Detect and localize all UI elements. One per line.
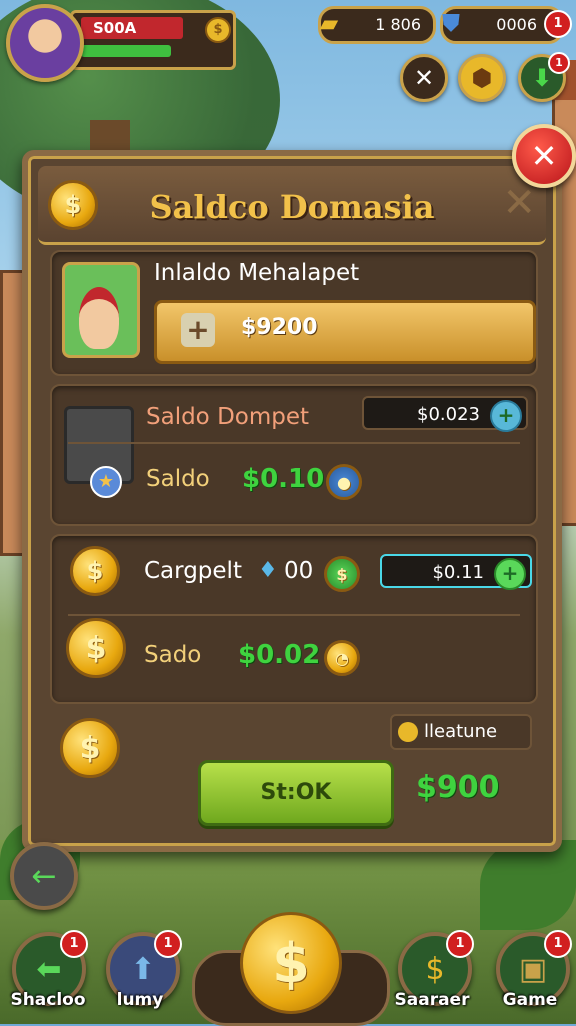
cash-portrait-icon: [62, 262, 140, 358]
gem-icon: ♦: [258, 558, 278, 583]
dialog-header: $ Saldco Domasia ✕: [38, 166, 546, 245]
notification-badge: 1: [154, 930, 182, 958]
refresh-coin-icon[interactable]: ●: [326, 464, 362, 500]
notification-badge: 1: [60, 930, 88, 958]
gem-count: 00: [284, 558, 314, 584]
close-circle-icon[interactable]: ✕: [400, 54, 448, 102]
saldo-sub-value: $0.10: [242, 464, 325, 494]
notification-badge: 1: [446, 930, 474, 958]
player-status-bar: S00A $: [70, 10, 236, 70]
shield-gem-icon: ⛊: [442, 9, 460, 37]
bush-right: [480, 840, 576, 930]
notification-badge: 1: [548, 52, 570, 74]
feature-tag[interactable]: lleatune: [390, 714, 532, 750]
back-button[interactable]: ←: [10, 842, 78, 910]
wallet-amount: $9200: [241, 315, 318, 340]
character-icon: [79, 287, 119, 349]
star-badge-icon: ★: [90, 466, 122, 498]
cargpelt-section: $ Cargpelt ♦ 00 $ $0.11 + $ Sado $0.02 ◔: [50, 534, 538, 704]
gem-value: 0006: [496, 15, 537, 34]
saldo-sub-label: Saldo: [146, 466, 210, 492]
dialog-title: Saldco Domasia: [149, 188, 435, 226]
ok-button[interactable]: St:OK: [198, 760, 394, 826]
notification-badge: 1: [544, 10, 572, 38]
nav-lumy-label: lumy: [116, 990, 164, 1010]
nav-shacloo-label: Shacloo: [10, 990, 86, 1010]
player-name: S00A: [93, 19, 137, 37]
gold-value: 1 806: [375, 15, 421, 34]
cargpelt-sub-label: Sado: [144, 642, 202, 668]
star-coin-icon: $: [66, 618, 126, 678]
feature-tag-label: lleatune: [424, 721, 498, 742]
clock-coin-icon[interactable]: ◔: [324, 640, 360, 676]
cargpelt-value-pill[interactable]: $0.11 +: [380, 554, 532, 590]
notification-badge: 1: [544, 930, 572, 958]
wallet-section: Inlaldo Mehalapet + $9200: [50, 250, 538, 376]
saldo-value-pill[interactable]: $0.023 +: [362, 396, 528, 432]
coin-icon: $: [70, 546, 120, 596]
cargpelt-sub-value: $0.02: [238, 640, 321, 670]
nav-saaraer-label: Saaraer: [394, 990, 470, 1010]
player-avatar[interactable]: [6, 4, 84, 82]
center-coin-button[interactable]: $: [240, 912, 342, 1014]
coin-icon: $: [60, 718, 120, 778]
experience-bar: [81, 45, 171, 57]
dice-box-icon[interactable]: ⬢: [458, 54, 506, 102]
plus-icon[interactable]: +: [181, 313, 215, 347]
cargpelt-pill-value: $0.11: [432, 562, 484, 583]
wallet-amount-field[interactable]: + $9200: [154, 300, 536, 364]
coin-icon: $: [205, 17, 231, 43]
add-icon[interactable]: +: [490, 400, 522, 432]
wallet-label: Inlaldo Mehalapet: [154, 260, 360, 286]
divider: [68, 442, 520, 444]
gold-counter[interactable]: ▰ 1 806: [318, 6, 436, 44]
ghost-close-icon[interactable]: ✕: [502, 180, 536, 226]
total-price: $900: [416, 770, 500, 805]
coin-icon: [398, 722, 418, 742]
saldo-section: ★ Saldo Dompet $0.023 + Saldo $0.10 ●: [50, 384, 538, 526]
divider: [68, 614, 520, 616]
saldo-pill-value: $0.023: [417, 404, 480, 425]
gold-bars-icon: ▰: [319, 9, 339, 37]
saldo-label: Saldo Dompet: [146, 404, 310, 430]
nav-game-label: Game: [502, 990, 558, 1010]
cargpelt-label: Cargpelt: [144, 558, 242, 584]
close-button[interactable]: ✕: [512, 124, 576, 188]
add-icon[interactable]: +: [494, 558, 526, 590]
dollar-coin-icon: $: [324, 556, 360, 592]
